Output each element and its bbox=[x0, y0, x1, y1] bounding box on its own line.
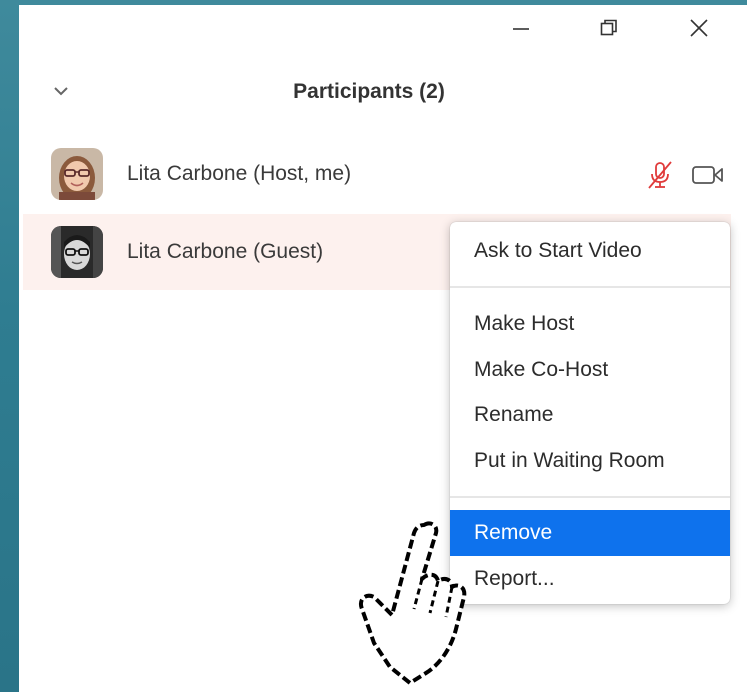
restore-icon bbox=[600, 19, 617, 36]
panel-title: Participants (2) bbox=[293, 80, 445, 103]
menu-item-make-co-host[interactable]: Make Co-Host bbox=[450, 347, 730, 393]
restore-button[interactable] bbox=[589, 13, 629, 43]
mic-muted-icon[interactable] bbox=[645, 160, 675, 190]
minimize-icon bbox=[513, 28, 529, 30]
menu-item-remove[interactable]: Remove bbox=[450, 510, 730, 556]
minimize-button[interactable] bbox=[501, 13, 541, 43]
menu-item-ask-to-start-video[interactable]: Ask to Start Video bbox=[450, 228, 730, 274]
menu-item-report[interactable]: Report... bbox=[450, 556, 730, 602]
participant-controls bbox=[645, 160, 725, 190]
hand-pointer-icon bbox=[359, 521, 467, 685]
participant-context-menu: Ask to Start Video Make Host Make Co-Hos… bbox=[450, 222, 730, 604]
avatar bbox=[51, 148, 103, 200]
menu-divider bbox=[450, 496, 730, 498]
participant-name: Lita Carbone (Host, me) bbox=[127, 162, 352, 185]
video-camera-icon[interactable] bbox=[691, 163, 725, 187]
menu-item-rename[interactable]: Rename bbox=[450, 392, 730, 438]
close-button[interactable] bbox=[679, 13, 719, 43]
participant-row[interactable]: Lita Carbone (Host, me) bbox=[23, 136, 731, 212]
avatar bbox=[51, 226, 103, 278]
menu-divider bbox=[450, 286, 730, 288]
close-icon bbox=[690, 19, 708, 37]
participant-name: Lita Carbone (Guest) bbox=[127, 240, 324, 263]
menu-item-make-host[interactable]: Make Host bbox=[450, 301, 730, 347]
menu-item-put-in-waiting-room[interactable]: Put in Waiting Room bbox=[450, 438, 730, 484]
